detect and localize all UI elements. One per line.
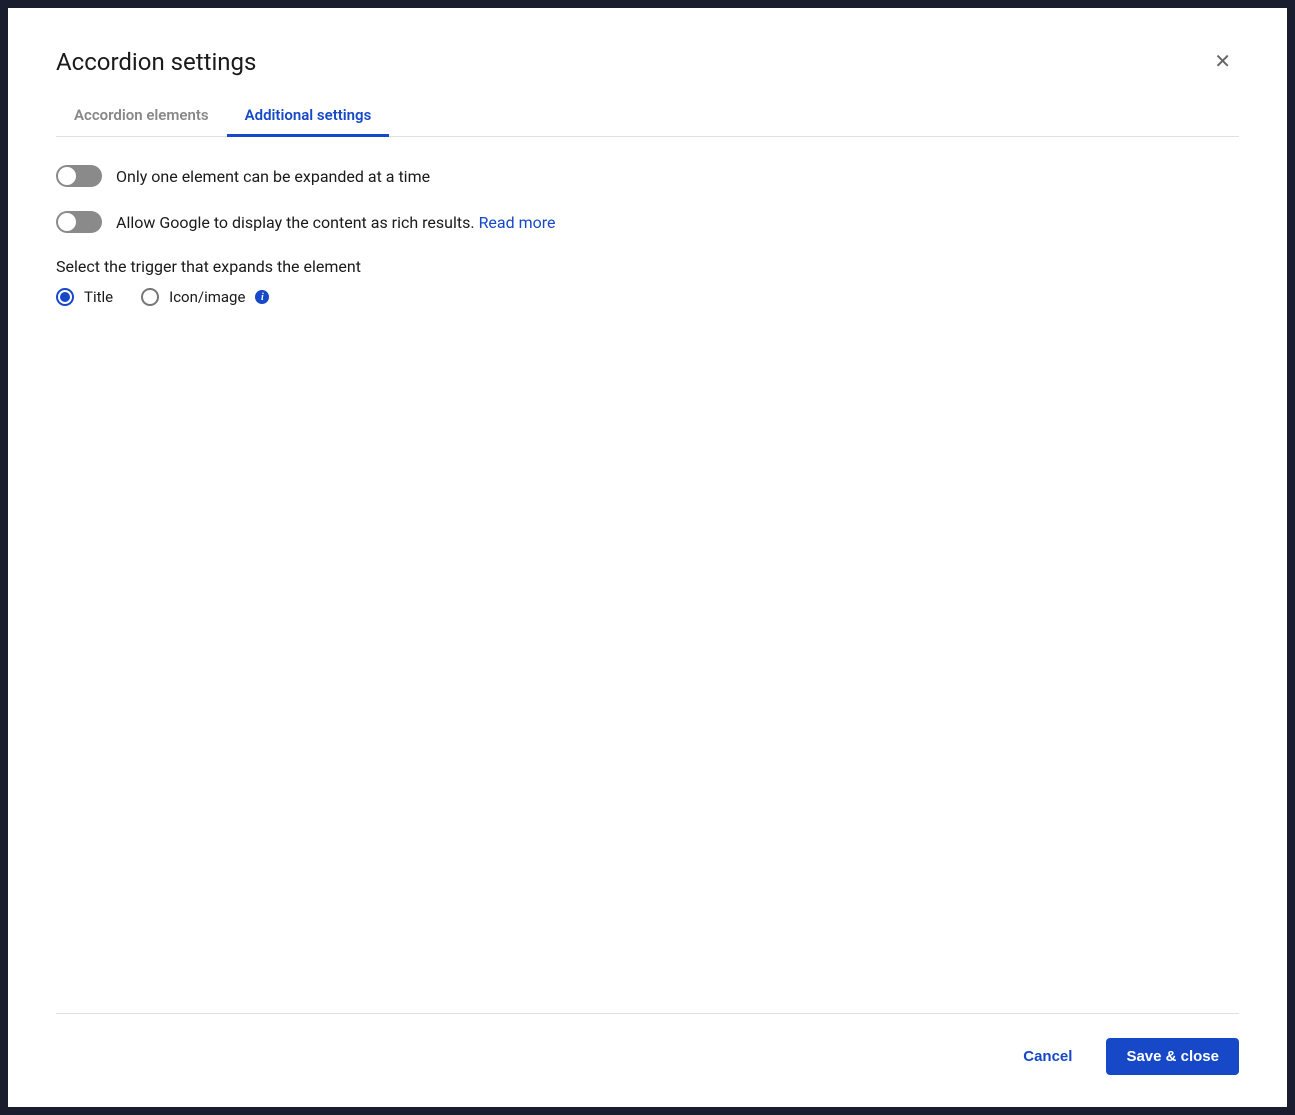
modal-title: Accordion settings: [56, 48, 256, 76]
google-rich-toggle[interactable]: [56, 211, 102, 233]
tab-additional-settings[interactable]: Additional settings: [227, 96, 390, 137]
toggle-knob: [58, 167, 76, 185]
toggle-knob: [58, 213, 76, 231]
settings-modal: Accordion settings ✕ Accordion elements …: [8, 8, 1287, 1107]
info-icon[interactable]: i: [255, 290, 269, 304]
close-icon: ✕: [1214, 51, 1231, 73]
tab-bar: Accordion elements Additional settings: [56, 96, 1239, 137]
expand-one-label: Only one element can be expanded at a ti…: [116, 167, 430, 186]
radio-option-title[interactable]: Title: [56, 288, 113, 306]
radio-title-label: Title: [84, 288, 113, 306]
radio-icon-input[interactable]: [141, 288, 159, 306]
google-rich-label: Allow Google to display the content as r…: [116, 213, 556, 232]
read-more-link[interactable]: Read more: [479, 213, 556, 232]
expand-one-toggle[interactable]: [56, 165, 102, 187]
radio-option-icon[interactable]: Icon/image i: [141, 288, 269, 306]
close-button[interactable]: ✕: [1206, 48, 1239, 76]
radio-icon-label: Icon/image: [169, 288, 245, 306]
tab-accordion-elements[interactable]: Accordion elements: [56, 96, 227, 137]
cancel-button[interactable]: Cancel: [1005, 1038, 1090, 1075]
save-button[interactable]: Save & close: [1106, 1038, 1239, 1075]
radio-title-input[interactable]: [56, 288, 74, 306]
trigger-section-label: Select the trigger that expands the elem…: [56, 257, 1239, 276]
